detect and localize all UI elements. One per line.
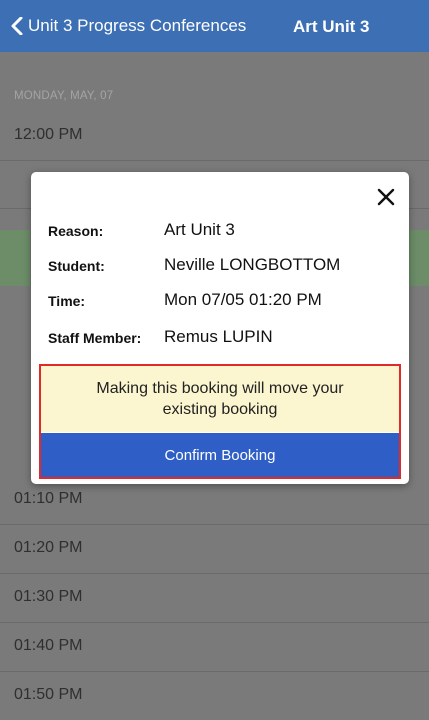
time-slot-label: 01:40 PM [14,637,83,654]
field-value: Art Unit 3 [164,220,235,239]
field-label: Student: [48,258,105,274]
confirm-booking-button[interactable]: Confirm Booking [41,433,399,477]
time-slot-row[interactable]: 01:40 PM [0,623,429,672]
time-slot-label: 01:30 PM [14,588,83,605]
booked-slot-indicator [409,230,429,286]
time-slot-label: 01:20 PM [14,539,83,556]
time-slot-row[interactable]: 12:00 PM [0,112,429,161]
chevron-left-icon [10,17,24,35]
warning-message: Making this booking will move your exist… [41,366,399,432]
time-slot-row[interactable]: 01:30 PM [0,574,429,623]
close-icon[interactable] [377,188,395,206]
field-label: Staff Member: [48,330,142,346]
time-slot-label: 01:10 PM [14,490,83,507]
booked-slot-indicator [0,230,30,286]
time-slot-row[interactable]: 01:20 PM [0,525,429,574]
field-value: Remus LUPIN [164,327,273,346]
field-label: Reason: [48,223,104,239]
time-field: Time: Mon 07/05 01:20 PM [48,290,398,312]
back-button[interactable]: Unit 3 Progress Conferences [10,11,246,41]
nav-header: Unit 3 Progress Conferences Art Unit 3 [0,0,429,52]
highlight-box: Making this booking will move your exist… [39,364,401,479]
reason-field: Reason: Art Unit 3 [48,220,398,242]
field-value: Neville LONGBOTTOM [164,255,341,274]
time-slot-label: 12:00 PM [14,126,83,143]
field-value: Mon 07/05 01:20 PM [164,290,322,309]
page-title: Art Unit 3 [293,17,370,36]
student-field: Student: Neville LONGBOTTOM [48,255,398,277]
staff-member-field: Staff Member: Remus LUPIN [48,327,398,349]
back-label: Unit 3 Progress Conferences [28,16,247,35]
warning-line: Making this booking will move your [96,380,344,397]
field-label: Time: [48,293,86,309]
time-slot-label: 01:50 PM [14,686,83,703]
warning-line: existing booking [162,401,278,418]
date-section-label: MONDAY, MAY, 07 [14,90,114,102]
